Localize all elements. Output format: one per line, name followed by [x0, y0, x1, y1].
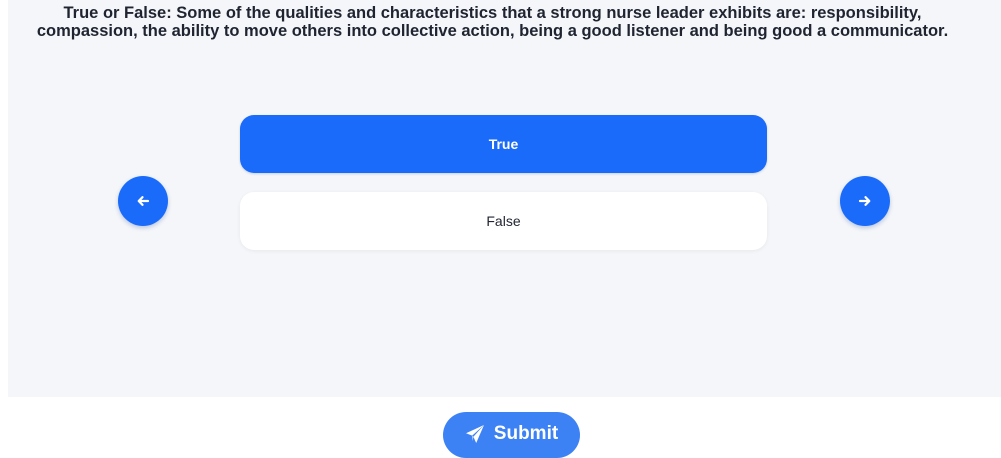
question-line-2: compassion, the ability to move others i…: [36, 22, 949, 40]
option-true-label: True: [488, 136, 519, 152]
next-question-button[interactable]: [840, 176, 890, 226]
arrow-right-icon: [858, 196, 871, 206]
paper-plane-icon: [465, 425, 484, 443]
question-line-1: True or False: Some of the qualities and…: [63, 4, 922, 22]
option-false[interactable]: False: [240, 192, 767, 250]
option-true[interactable]: True: [240, 115, 767, 173]
submit-button[interactable]: Submit: [443, 412, 580, 458]
arrow-left-icon: [137, 196, 150, 206]
submit-label: Submit: [493, 423, 559, 444]
previous-question-button[interactable]: [118, 176, 168, 226]
option-false-label: False: [486, 213, 521, 229]
question-text: True or False: Some of the qualities and…: [0, 4, 993, 40]
